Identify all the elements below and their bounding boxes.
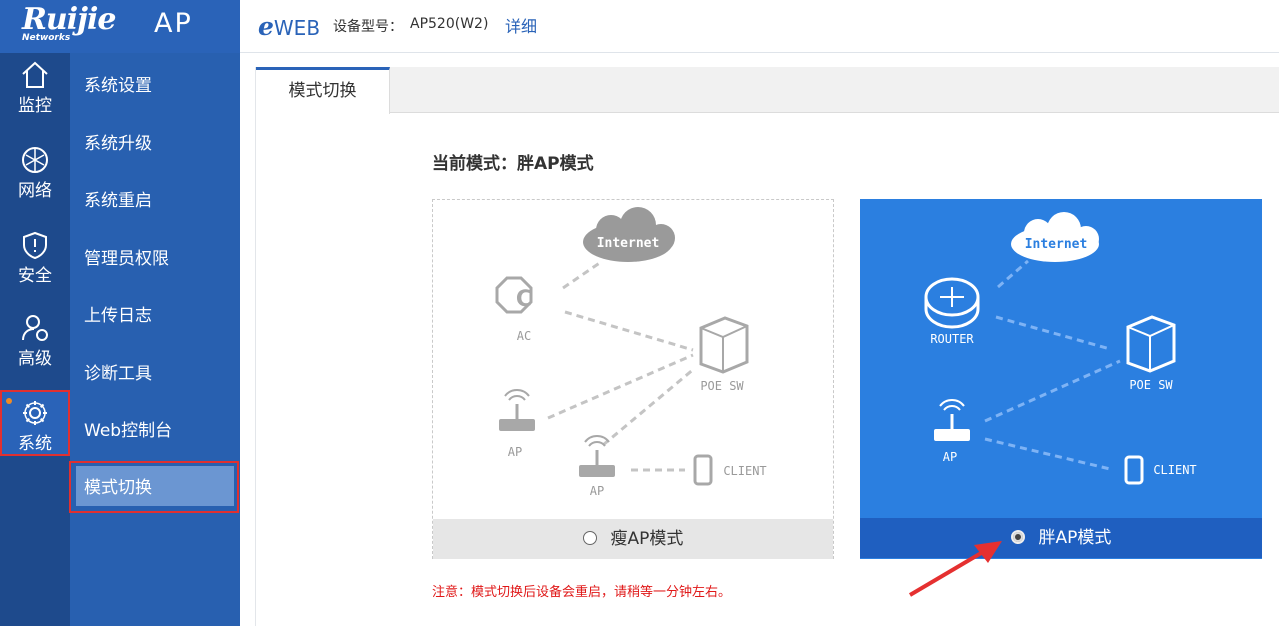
rail-item-advanced[interactable]: 高级 xyxy=(0,313,70,393)
access-point-icon: AP xyxy=(499,389,535,459)
brand-logo: Ruijie xyxy=(22,2,116,37)
node-label: ROUTER xyxy=(930,332,974,346)
detail-link[interactable]: 详细 xyxy=(505,13,537,37)
submenu-item-web-console[interactable]: Web控制台 xyxy=(84,416,172,441)
phone-icon: CLIENT xyxy=(1124,455,1197,485)
submenu-item-system-restart[interactable]: 系统重启 xyxy=(84,186,152,211)
shield-icon xyxy=(23,231,47,260)
fat-ap-option-label: 胖AP模式 xyxy=(1038,528,1112,548)
submenu-item-label: 模式切换 xyxy=(84,478,152,498)
rail-label: 监控 xyxy=(18,96,52,116)
rail-item-security[interactable]: 安全 xyxy=(0,230,70,310)
current-mode-label: 当前模式： xyxy=(432,154,517,174)
fit-ap-option[interactable]: 瘦AP模式 xyxy=(433,519,833,559)
rail-item-network[interactable]: 网络 xyxy=(0,145,70,225)
device-model-value: AP520(W2) xyxy=(410,16,489,32)
node-label: AP xyxy=(508,445,522,459)
cloud-icon: Internet xyxy=(583,207,675,262)
phone-icon: CLIENT xyxy=(693,454,767,486)
submenu-item-mode-switch[interactable]: 模式切换 xyxy=(69,461,239,513)
rail-label: 安全 xyxy=(18,266,52,286)
node-label: POE SW xyxy=(1129,378,1173,392)
access-point-icon: AP xyxy=(579,435,615,498)
rail-label: 网络 xyxy=(18,181,52,201)
brand-product: AP xyxy=(154,8,193,39)
network-icon xyxy=(22,147,48,173)
submenu-item-upload-log[interactable]: 上传日志 xyxy=(84,301,152,326)
cloud-icon: Internet xyxy=(1011,212,1099,262)
brand-networks: Networks xyxy=(22,33,71,43)
submenu-item-admin-rights[interactable]: 管理员权限 xyxy=(84,244,169,269)
gear-icon xyxy=(23,401,47,425)
svg-text:C: C xyxy=(516,287,532,312)
rail-item-monitor[interactable]: 监控 xyxy=(0,60,70,140)
eweb-logo: eWEB xyxy=(258,12,321,41)
switch-icon: POE SW xyxy=(1126,315,1176,392)
node-label: AC xyxy=(517,329,531,343)
rail-label: 系统 xyxy=(18,434,52,454)
user-gear-icon xyxy=(22,315,48,341)
node-label: CLIENT xyxy=(723,464,766,478)
node-label: POE SW xyxy=(700,379,744,393)
fit-ap-card[interactable]: Internet C AC POE SW AP AP CLIENT 瘦AP模式 xyxy=(432,199,834,559)
submenu-item-system-upgrade[interactable]: 系统升级 xyxy=(84,129,152,154)
current-mode: 当前模式：胖AP模式 xyxy=(432,149,594,174)
node-label: CLIENT xyxy=(1153,463,1196,477)
node-label: Internet xyxy=(1025,237,1088,252)
rail-label: 高级 xyxy=(18,349,52,369)
node-label: AP xyxy=(590,484,604,498)
fit-ap-option-label: 瘦AP模式 xyxy=(610,529,684,549)
submenu-item-diagnostics[interactable]: 诊断工具 xyxy=(84,359,152,384)
node-label: Internet xyxy=(597,236,660,251)
fit-ap-radio[interactable] xyxy=(582,531,597,545)
router-icon: ROUTER xyxy=(924,277,980,346)
controller-icon: C AC xyxy=(495,276,533,343)
home-icon xyxy=(22,61,48,88)
tab-mode-switch[interactable]: 模式切换 xyxy=(256,67,390,114)
notification-dot xyxy=(6,398,12,404)
rail-item-system[interactable]: 系统 xyxy=(0,390,70,456)
fit-ap-topology-diagram: Internet C AC POE SW AP AP CLIENT xyxy=(495,207,767,498)
warning-notice: 注意：模式切换后设备会重启，请稍等一分钟左右。 xyxy=(432,585,732,600)
fat-ap-card[interactable]: Internet ROUTER POE SW AP CLIENT 胖AP模式 xyxy=(860,199,1262,559)
main-content: 模式切换 当前模式：胖AP模式 Internet C AC POE SW AP … xyxy=(255,67,1279,626)
current-mode-value: 胖AP模式 xyxy=(517,154,594,174)
device-model-label: 设备型号： xyxy=(333,19,403,35)
tab-bar: 模式切换 xyxy=(256,67,1279,114)
brand-header: Ruijie Networks AP xyxy=(0,0,240,53)
access-point-icon: AP xyxy=(934,399,970,464)
fat-ap-radio[interactable] xyxy=(1010,530,1025,544)
fat-ap-topology-diagram: Internet ROUTER POE SW AP CLIENT xyxy=(924,212,1197,485)
top-bar: eWEB 设备型号： AP520(W2) 详细 xyxy=(240,0,1279,53)
annotation-arrow-icon xyxy=(908,541,1002,597)
node-label: AP xyxy=(943,450,957,464)
submenu-item-system-settings[interactable]: 系统设置 xyxy=(84,71,152,96)
switch-icon: POE SW xyxy=(699,316,749,393)
